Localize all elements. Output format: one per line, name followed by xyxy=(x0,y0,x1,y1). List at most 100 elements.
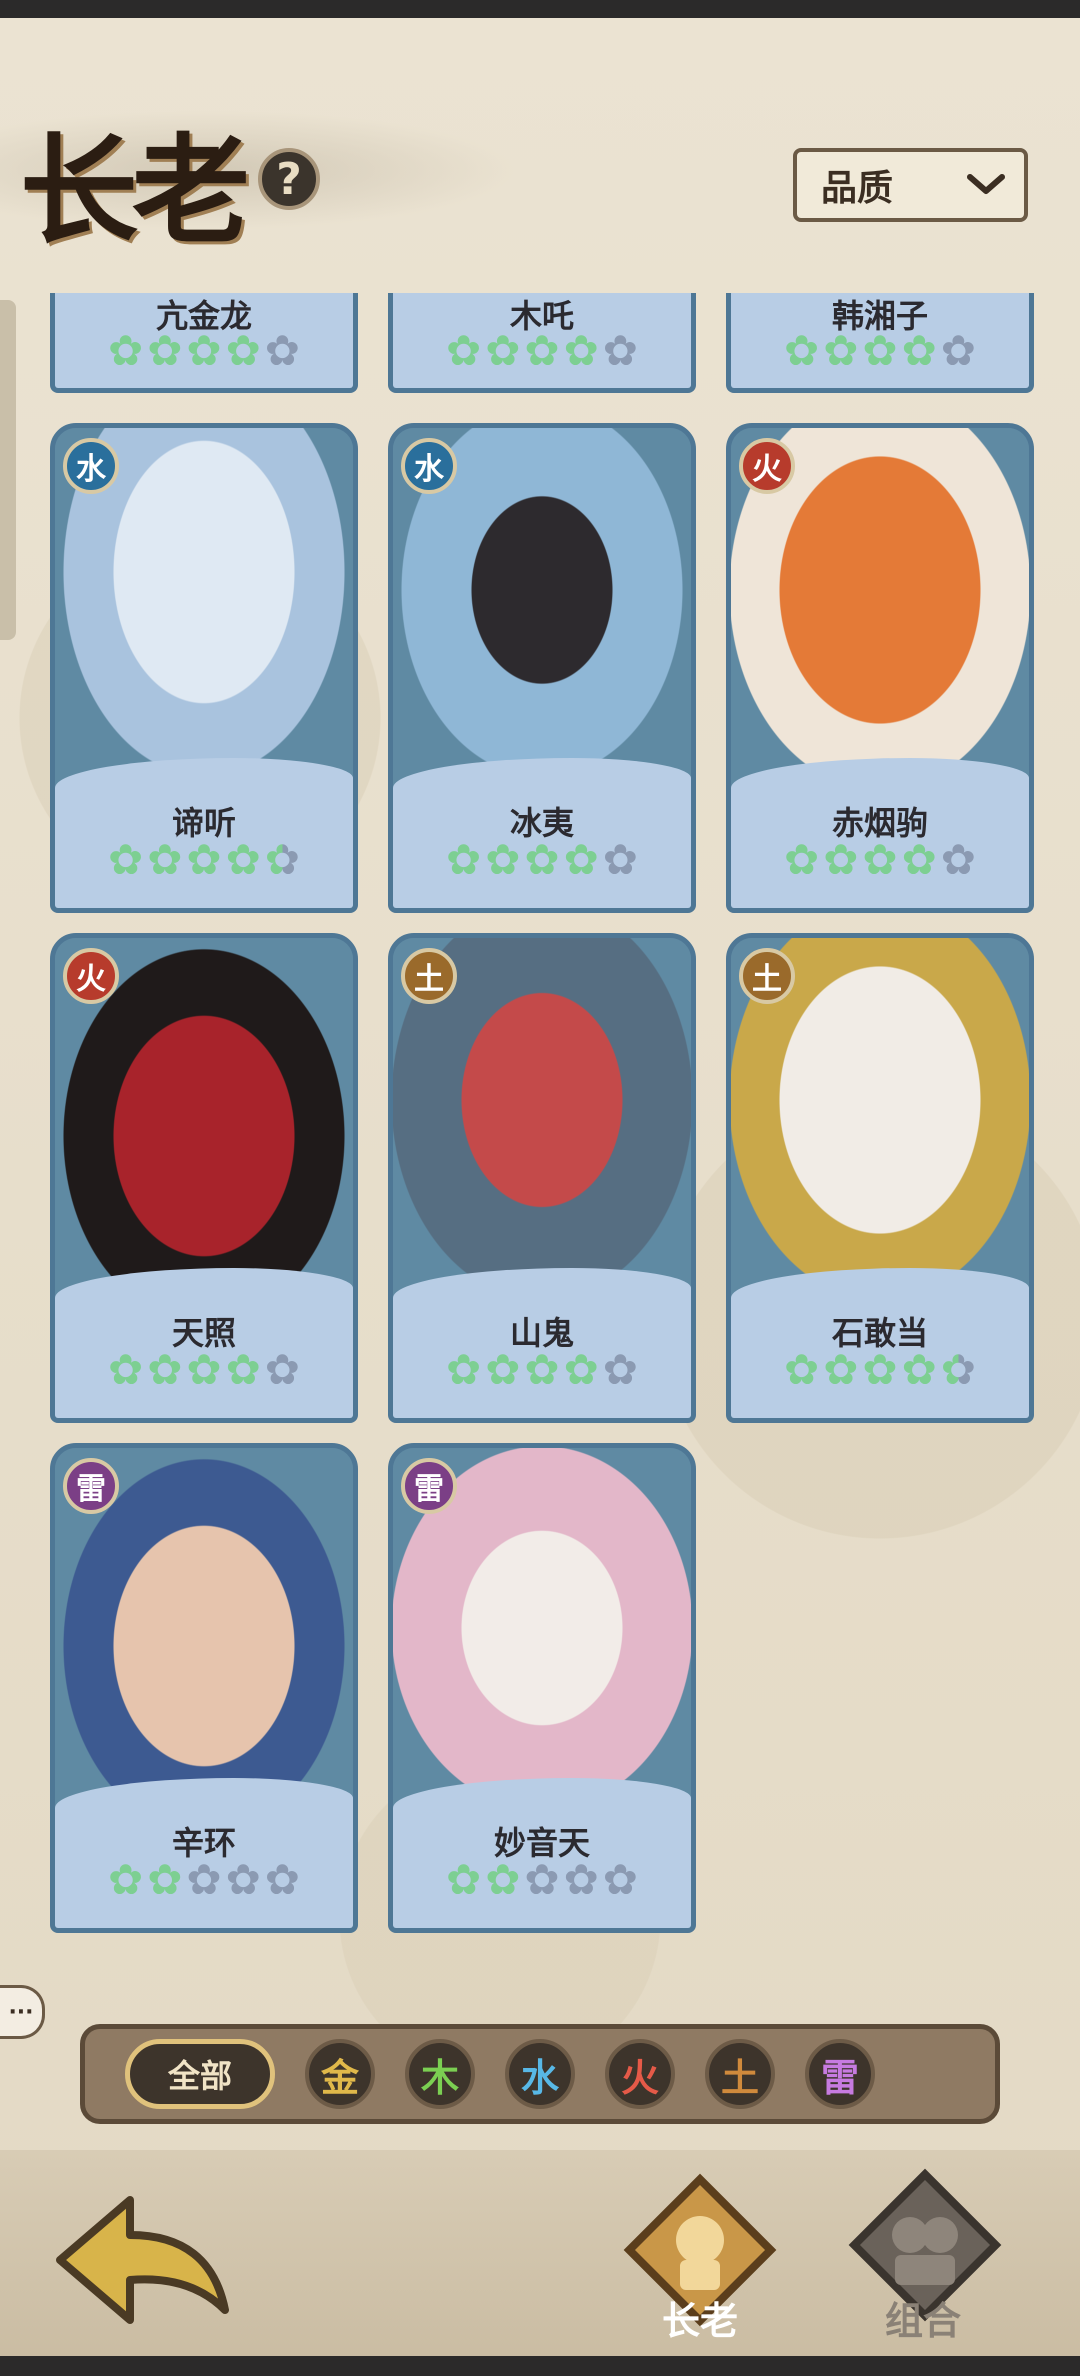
star-rating: ✿ ✿ ✿ ✿ ✿ xyxy=(393,1858,691,1902)
star-icon: ✿ xyxy=(563,835,599,884)
elder-card[interactable]: 土 山鬼 ✿ ✿ ✿ ✿ ✿ xyxy=(388,933,696,1423)
star-icon: ✿ xyxy=(602,835,638,884)
element-badge: 土 xyxy=(739,948,795,1004)
star-icon: ✿ xyxy=(107,1345,144,1394)
filter-earth-button[interactable]: 土 xyxy=(705,2039,775,2109)
star-icon: ✿ xyxy=(186,835,222,884)
star-rating: ✿ ✿ ✿ ✿ ✿ xyxy=(393,1348,691,1392)
element-badge: 水 xyxy=(63,438,119,494)
star-icon: ✿ xyxy=(264,1855,300,1904)
filter-metal-button[interactable]: 金 xyxy=(305,2039,375,2109)
star-icon: ✿ xyxy=(563,1855,599,1904)
sort-dropdown[interactable]: 品质 xyxy=(793,148,1028,222)
star-rating: ✿ ✿ ✿ ✿ ✿ xyxy=(55,329,353,373)
star-icon: ✿ xyxy=(940,326,976,375)
status-strip xyxy=(0,0,1080,18)
elder-card[interactable]: 水 谛听 ✿ ✿ ✿ ✿ ✿ xyxy=(50,423,358,913)
element-badge: 火 xyxy=(63,948,119,1004)
star-rating: ✿ ✿ ✿ ✿ ✿ xyxy=(393,329,691,373)
filter-thunder-button[interactable]: 雷 xyxy=(805,2039,875,2109)
star-icon: ✿ xyxy=(563,326,599,375)
star-icon: ✿ xyxy=(264,1345,300,1394)
star-icon: ✿ xyxy=(524,326,560,375)
help-button[interactable]: ? xyxy=(258,148,320,210)
star-icon: ✿ xyxy=(602,326,638,375)
star-icon: ✿ xyxy=(862,1345,898,1394)
nav-team-label: 组合 xyxy=(885,2299,962,2343)
element-badge: 水 xyxy=(401,438,457,494)
star-icon: ✿ xyxy=(563,1345,599,1394)
star-icon: ✿ xyxy=(225,1855,261,1904)
filter-all-button[interactable]: 全部 xyxy=(125,2039,275,2109)
star-icon: ✿ xyxy=(485,1855,521,1904)
star-icon: ✿ xyxy=(524,835,560,884)
element-filter-bar: 全部 金 木 水 火 土 雷 xyxy=(80,2024,1000,2124)
chevron-down-icon xyxy=(967,174,1005,194)
star-icon: ✿ xyxy=(823,835,859,884)
star-icon: ✿ xyxy=(783,1345,820,1394)
star-icon: ✿ xyxy=(107,326,144,375)
element-badge: 雷 xyxy=(401,1458,457,1514)
star-icon: ✿ xyxy=(147,1345,183,1394)
star-icon: ✿ xyxy=(445,326,482,375)
star-icon: ✿ xyxy=(264,835,300,884)
star-icon: ✿ xyxy=(901,1345,937,1394)
elder-card[interactable]: 火 天照 ✿ ✿ ✿ ✿ ✿ xyxy=(50,933,358,1423)
star-icon: ✿ xyxy=(186,1345,222,1394)
star-icon: ✿ xyxy=(602,1855,638,1904)
back-arrow-icon[interactable] xyxy=(50,2190,240,2340)
star-icon: ✿ xyxy=(783,326,820,375)
filter-fire-button[interactable]: 火 xyxy=(605,2039,675,2109)
elder-card[interactable]: 雷 辛环 ✿ ✿ ✿ ✿ ✿ xyxy=(50,1443,358,1933)
elder-card[interactable]: 木吒 ✿ ✿ ✿ ✿ ✿ xyxy=(388,293,696,393)
star-icon: ✿ xyxy=(445,835,482,884)
star-icon: ✿ xyxy=(940,1345,976,1394)
page-title: 长老 xyxy=(20,121,250,260)
filter-wood-button[interactable]: 木 xyxy=(405,2039,475,2109)
star-icon: ✿ xyxy=(485,1345,521,1394)
elder-card[interactable]: 亢金龙 ✿ ✿ ✿ ✿ ✿ xyxy=(50,293,358,393)
star-icon: ✿ xyxy=(225,326,261,375)
star-icon: ✿ xyxy=(485,326,521,375)
star-icon: ✿ xyxy=(225,1345,261,1394)
elder-card[interactable]: 土 石敢当 ✿ ✿ ✿ ✿ ✿ xyxy=(726,933,1034,1423)
element-badge: 火 xyxy=(739,438,795,494)
star-icon: ✿ xyxy=(823,326,859,375)
star-icon: ✿ xyxy=(264,326,300,375)
elder-grid: 亢金龙 ✿ ✿ ✿ ✿ ✿ 木吒 ✿ ✿ ✿ ✿ ✿ 韩湘子 ✿ ✿ ✿ ✿ ✿ 水 谛听 ✿ ✿ ✿ ✿ ✿ … xyxy=(0,293,1080,1933)
help-icon: ? xyxy=(276,153,302,205)
star-icon: ✿ xyxy=(901,835,937,884)
sort-dropdown-label: 品质 xyxy=(821,168,894,209)
star-icon: ✿ xyxy=(445,1855,482,1904)
star-icon: ✿ xyxy=(524,1855,560,1904)
star-rating: ✿ ✿ ✿ ✿ ✿ xyxy=(731,838,1029,882)
star-icon: ✿ xyxy=(225,835,261,884)
star-rating: ✿ ✿ ✿ ✿ ✿ xyxy=(55,838,353,882)
star-icon: ✿ xyxy=(147,835,183,884)
filter-water-button[interactable]: 水 xyxy=(505,2039,575,2109)
nav-elder-label: 长老 xyxy=(662,2299,739,2343)
star-rating: ✿ ✿ ✿ ✿ ✿ xyxy=(731,329,1029,373)
element-badge: 土 xyxy=(401,948,457,1004)
star-rating: ✿ ✿ ✿ ✿ ✿ xyxy=(55,1348,353,1392)
star-icon: ✿ xyxy=(445,1345,482,1394)
elder-card[interactable]: 雷 妙音天 ✿ ✿ ✿ ✿ ✿ xyxy=(388,1443,696,1933)
star-icon: ✿ xyxy=(940,835,976,884)
star-icon: ✿ xyxy=(524,1345,560,1394)
bottom-strip xyxy=(0,2356,1080,2376)
star-icon: ✿ xyxy=(186,326,222,375)
star-icon: ✿ xyxy=(147,1855,183,1904)
star-icon: ✿ xyxy=(783,835,820,884)
star-icon: ✿ xyxy=(107,835,144,884)
star-icon: ✿ xyxy=(823,1345,859,1394)
elder-card[interactable]: 水 冰夷 ✿ ✿ ✿ ✿ ✿ xyxy=(388,423,696,913)
star-rating: ✿ ✿ ✿ ✿ ✿ xyxy=(731,1348,1029,1392)
chat-bubble-icon[interactable]: ··· xyxy=(0,1985,45,2039)
star-rating: ✿ ✿ ✿ ✿ ✿ xyxy=(393,838,691,882)
star-icon: ✿ xyxy=(862,835,898,884)
elder-card[interactable]: 韩湘子 ✿ ✿ ✿ ✿ ✿ xyxy=(726,293,1034,393)
star-icon: ✿ xyxy=(107,1855,144,1904)
star-rating: ✿ ✿ ✿ ✿ ✿ xyxy=(55,1858,353,1902)
star-icon: ✿ xyxy=(186,1855,222,1904)
elder-card[interactable]: 火 赤烟驹 ✿ ✿ ✿ ✿ ✿ xyxy=(726,423,1034,913)
